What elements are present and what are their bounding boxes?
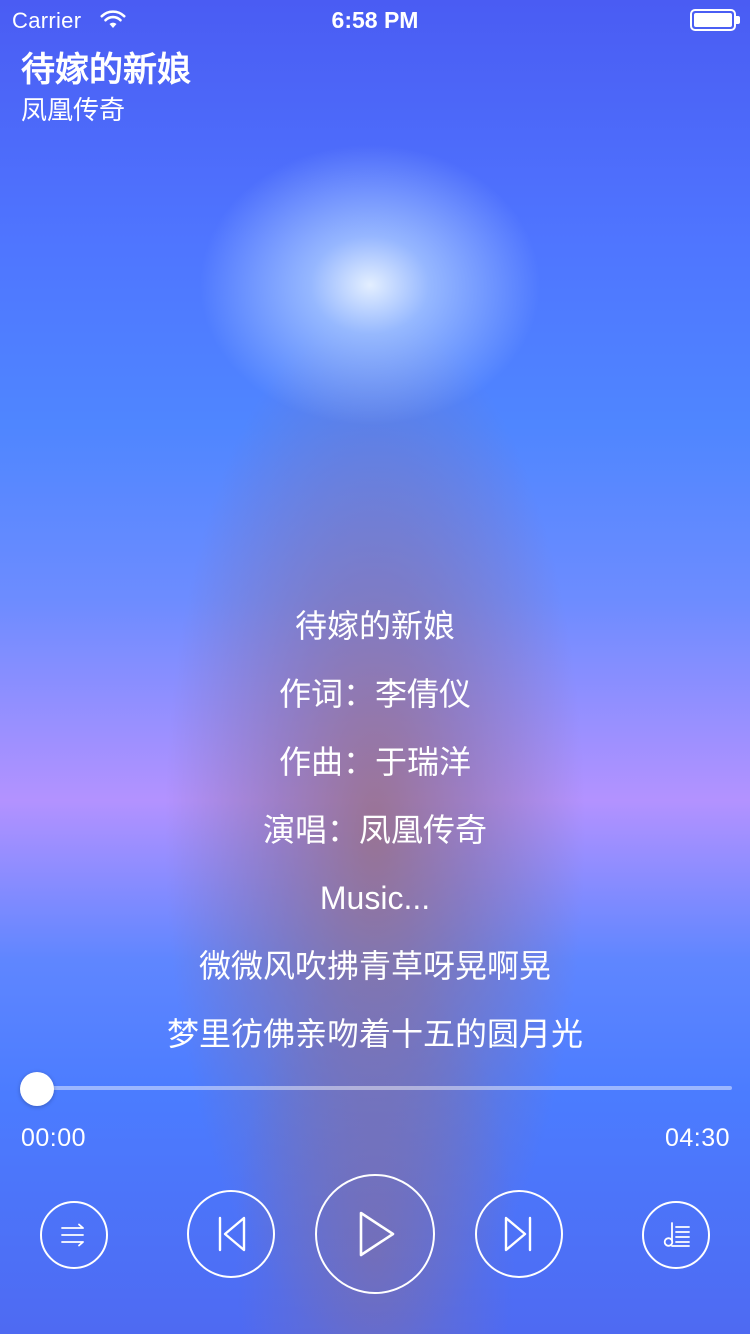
lyric-line: 作词：李倩仪 [278,676,471,712]
next-track-button[interactable] [475,1190,563,1278]
progress-slider[interactable] [20,1072,732,1106]
lyric-line: 微微风吹拂青草呀晃啊晃 [198,948,551,984]
total-time: 04:30 [664,1124,730,1152]
play-icon [359,1211,395,1257]
battery-icon [690,9,740,31]
song-artist: 凤凰传奇 [21,95,126,125]
status-time: 6:58 PM [331,7,419,33]
shuffle-button[interactable] [40,1201,108,1269]
next-track-icon [504,1216,532,1252]
lyric-line: 演唱：凤凰传奇 [262,812,487,848]
status-bar: Carrier 6:58 PM [0,0,750,40]
playlist-icon [663,1222,690,1247]
song-title: 待嫁的新娘 [21,51,191,89]
lyric-line: 作曲：于瑞洋 [278,744,471,780]
shuffle-icon [61,1223,84,1247]
play-button[interactable] [315,1174,435,1294]
progress-track[interactable] [20,1086,732,1090]
lyric-line: 梦里彷佛亲吻着十五的圆月光 [166,1016,583,1052]
progress-thumb[interactable] [20,1072,54,1106]
previous-track-button[interactable] [187,1190,275,1278]
lyrics-view[interactable]: 待嫁的新娘 作词：李倩仪 作曲：于瑞洋 演唱：凤凰传奇 Music... 微微风… [0,598,750,1074]
playlist-button[interactable] [642,1201,710,1269]
current-time: 00:00 [21,1124,87,1152]
lyric-line: 待嫁的新娘 [294,608,455,644]
lyric-line: Music... [319,880,431,916]
previous-track-icon [218,1216,246,1252]
